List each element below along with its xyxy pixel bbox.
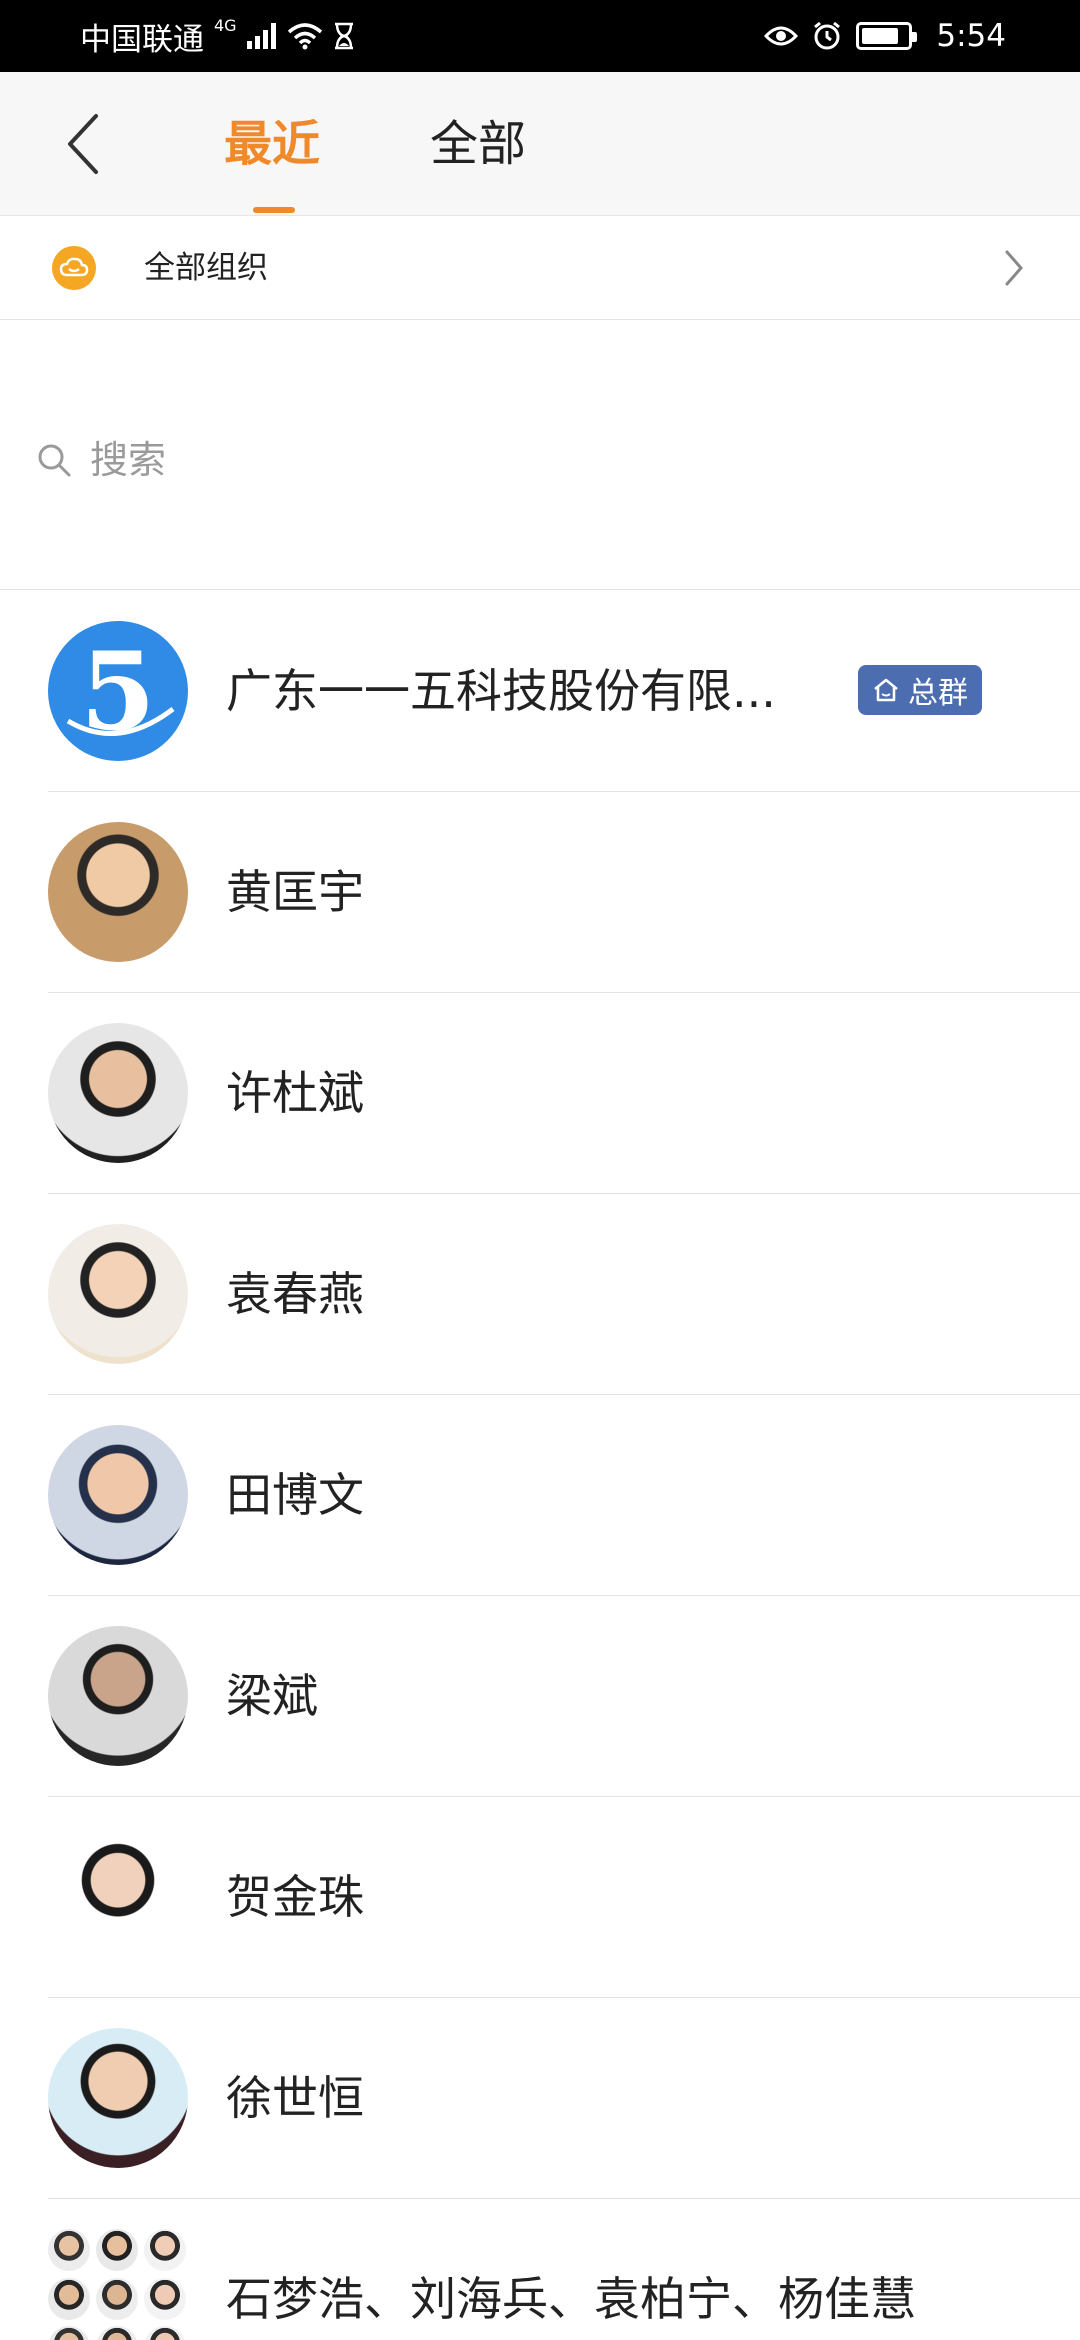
network-label: 4G [214,16,237,35]
status-bar: 中国联通 4G 5:54 [0,0,1080,72]
back-arrow-icon [68,114,98,174]
contact-name: 贺金珠 [226,1870,364,1924]
list-item[interactable]: 田博文 [0,1395,1080,1596]
search-icon [34,440,74,480]
all-organizations-row[interactable]: 全部组织 [0,216,1080,320]
contact-name: 徐世恒 [226,2071,364,2125]
tab-all[interactable]: 全部 [430,114,526,174]
group-avatar [48,2229,188,2340]
contact-name: 许杜斌 [226,1066,364,1120]
status-right: 5:54 [764,0,1006,72]
contact-list: 5 广东一一五科技股份有限... 总群 黄匡宇 许杜斌 袁春燕 田博文 梁斌 贺… [0,591,1080,2340]
contact-name: 袁春燕 [226,1267,364,1321]
contact-name: 石梦浩、刘海兵、袁柏宁、杨佳慧 [226,2272,916,2326]
list-item[interactable]: 5 广东一一五科技股份有限... 总群 [0,591,1080,792]
avatar [48,1626,188,1766]
avatar [48,1827,188,1967]
list-item[interactable]: 贺金珠 [0,1797,1080,1998]
alarm-icon [812,21,842,51]
clock-label: 5:54 [936,18,1006,54]
avatar [48,822,188,962]
contact-name: 梁斌 [226,1669,318,1723]
status-left: 中国联通 4G [80,0,355,72]
group-badge: 总群 [858,665,982,715]
contact-name: 广东一一五科技股份有限... [226,664,776,718]
contact-name: 黄匡宇 [226,865,364,919]
avatar [48,1425,188,1565]
wifi-icon [287,22,323,50]
eye-icon [764,24,799,48]
list-item[interactable]: 袁春燕 [0,1194,1080,1395]
carrier-label: 中国联通 [80,21,204,58]
search-area [0,321,1080,590]
battery-icon [856,22,918,50]
list-item[interactable]: 石梦浩、刘海兵、袁柏宁、杨佳慧 [0,2199,1080,2340]
tab-indicator [253,207,295,213]
search-box[interactable] [34,425,1044,495]
search-input[interactable] [90,438,990,482]
svg-text:5: 5 [80,629,155,755]
tab-recent[interactable]: 最近 [224,114,320,174]
avatar [48,2028,188,2168]
top-nav: 最近 全部 [0,72,1080,216]
avatar [48,1023,188,1163]
cloud-icon [52,246,96,290]
signal-icon [246,23,277,49]
list-item[interactable]: 梁斌 [0,1596,1080,1797]
back-button[interactable] [52,112,116,176]
all-organizations-label: 全部组织 [144,250,268,286]
avatar [48,1224,188,1364]
hourglass-icon [333,22,355,50]
list-item[interactable]: 许杜斌 [0,993,1080,1194]
group-badge-label: 总群 [908,676,968,711]
contact-name: 田博文 [226,1468,364,1522]
list-item[interactable]: 徐世恒 [0,1998,1080,2199]
chevron-right-icon [992,246,1036,290]
home-icon [874,678,898,702]
list-item[interactable]: 黄匡宇 [0,792,1080,993]
company-logo-avatar: 5 [48,621,188,761]
